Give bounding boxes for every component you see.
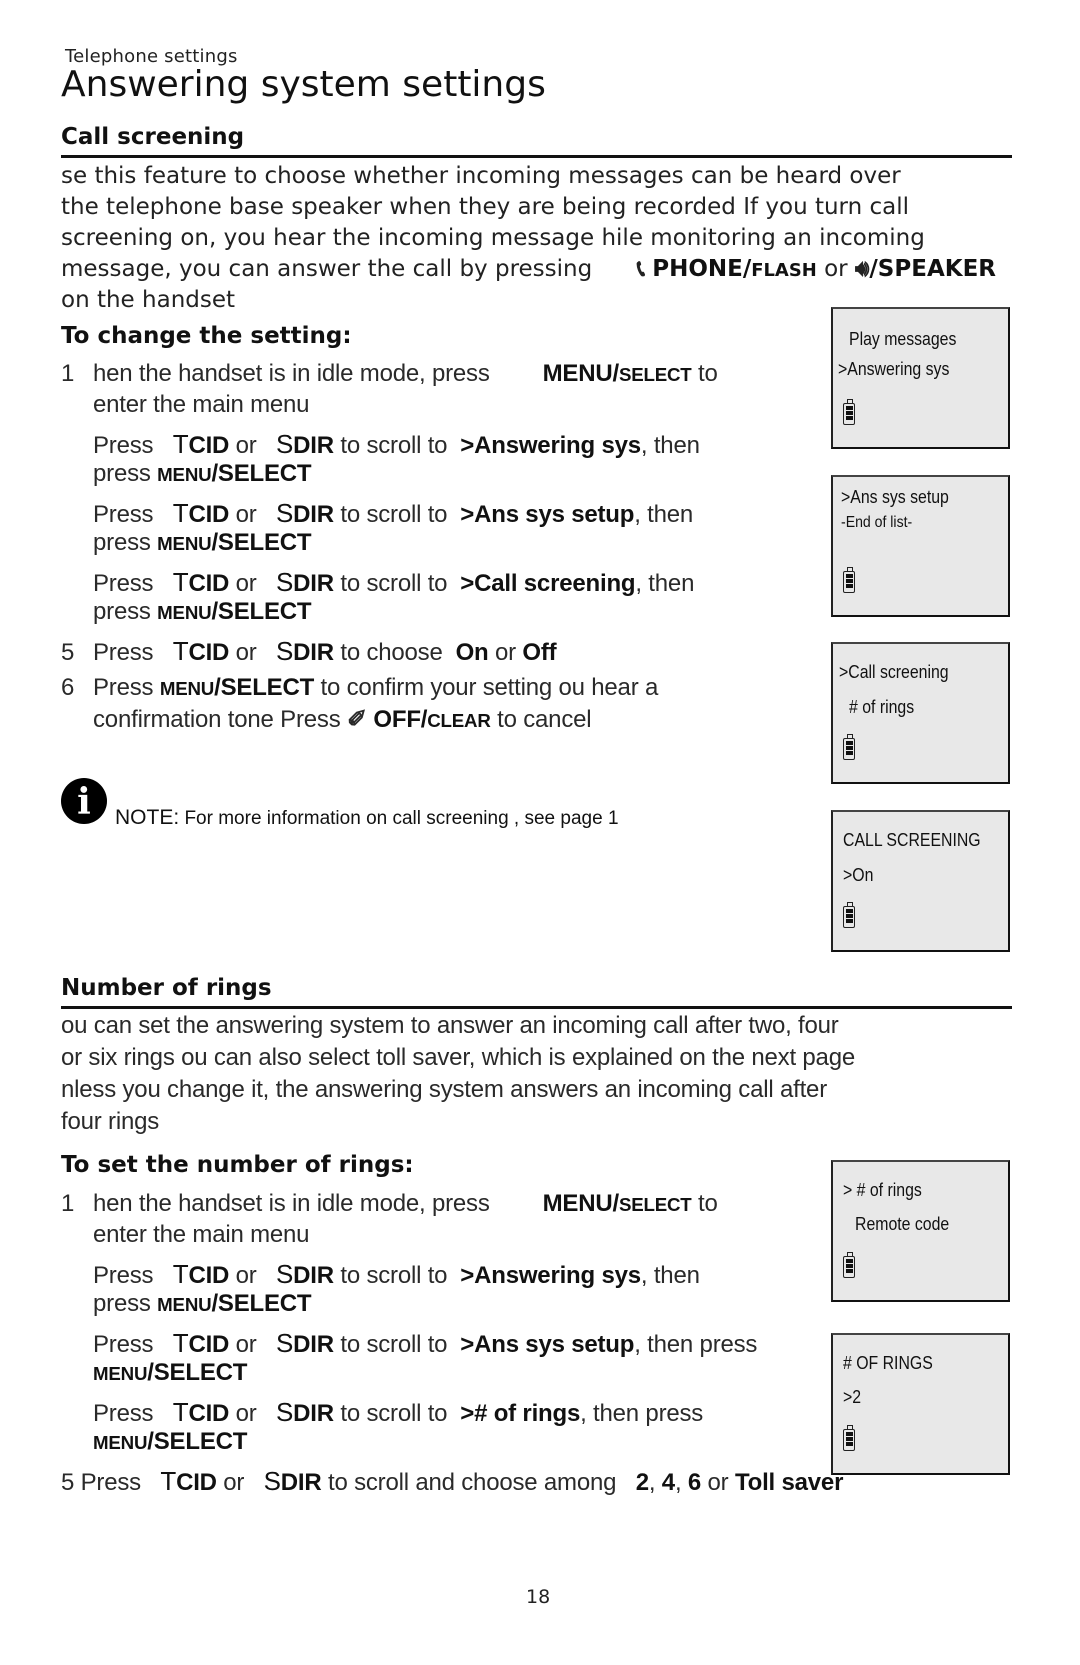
battery-icon xyxy=(843,902,855,928)
lcd-screen: >Ans sys setup -End of list- xyxy=(831,475,1010,617)
set-rings-subheading: To set the number of rings: xyxy=(61,1152,414,1178)
intro-line: ou can set the answering system to answe… xyxy=(61,1012,839,1039)
number-of-rings-heading: Number of rings xyxy=(61,975,272,1001)
intro-line: se this feature to choose whether incomi… xyxy=(61,163,901,189)
step-6: 6 Press MENU/SELECT to confirm your setti… xyxy=(61,674,659,701)
step-4-cont: MENU/SELECT xyxy=(93,1428,248,1455)
intro-line: or six rings ou can also select toll sav… xyxy=(61,1044,855,1071)
intro-line: four rings xyxy=(61,1108,160,1135)
lcd-screen: Play messages >Answering sys xyxy=(831,307,1010,449)
step-2: Press TCID or SDIR to scroll to >Answeri… xyxy=(93,1259,700,1289)
page-title: Answering system settings xyxy=(61,64,546,105)
lcd-screen: # OF RINGS >2 xyxy=(831,1333,1010,1475)
battery-icon xyxy=(843,1252,855,1278)
step-1: 1 hen the handset is in idle mode, press … xyxy=(61,1190,718,1217)
step-1-cont: enter the main menu xyxy=(93,1221,310,1248)
intro-line: the telephone base speaker when they are… xyxy=(61,194,910,220)
call-screening-heading: Call screening xyxy=(61,124,245,150)
intro-line-text: message, you can answer the call by pres… xyxy=(61,256,593,282)
heading-rule xyxy=(61,155,1012,158)
step-4-cont: press MENU/SELECT xyxy=(93,598,312,625)
intro-line: nless you change it, the answering syste… xyxy=(61,1076,827,1103)
intro-line: on the handset xyxy=(61,287,236,313)
intro-line: screening on, you hear the incoming mess… xyxy=(61,225,925,251)
lcd-screen: > # of rings Remote code xyxy=(831,1160,1010,1302)
phone-flash-key: PHONE/FLASH xyxy=(652,256,817,282)
battery-icon xyxy=(843,399,855,425)
lcd-screen: CALL SCREENING >On xyxy=(831,810,1010,952)
step-2-cont: press MENU/SELECT xyxy=(93,1290,312,1317)
lcd-screen: >Call screening # of rings xyxy=(831,642,1010,784)
step-3-cont: press MENU/SELECT xyxy=(93,529,312,556)
battery-icon xyxy=(843,1425,855,1451)
step-1: 1 hen the handset is in idle mode, press … xyxy=(61,360,718,387)
page-number: 18 xyxy=(526,1586,551,1608)
step-5: 5 Press TCID or SDIR to choose On or Off xyxy=(61,636,557,666)
step-1-cont: enter the main menu xyxy=(93,391,310,418)
step-3: Press TCID or SDIR to scroll to >Ans sys… xyxy=(93,498,694,528)
step-5: 5 Press TCID or SDIR to scroll and choos… xyxy=(61,1466,844,1496)
step-3: Press TCID or SDIR to scroll to >Ans sys… xyxy=(93,1328,758,1358)
note-text: NOTE: For more information on call scree… xyxy=(115,806,619,829)
off-handset-icon: ✐ xyxy=(347,706,367,733)
step-6-cont: confirmation tone Press ✐ OFF/CLEAR to c… xyxy=(93,706,592,733)
change-setting-subheading: To change the setting: xyxy=(61,323,352,349)
info-icon: i xyxy=(61,778,107,824)
speaker-icon: 🔊︎ xyxy=(854,256,870,282)
or-text: or xyxy=(824,256,848,282)
battery-icon xyxy=(843,567,855,593)
step-4: Press TCID or SDIR to scroll to >Call sc… xyxy=(93,567,695,597)
step-4: Press TCID or SDIR to scroll to ># of ri… xyxy=(93,1397,704,1427)
step-2-cont: press MENU/SELECT xyxy=(93,460,312,487)
step-2: Press TCID or SDIR to scroll to >Answeri… xyxy=(93,429,700,459)
step-3-cont: MENU/SELECT xyxy=(93,1359,248,1386)
note: i NOTE: For more information on call scr… xyxy=(61,778,619,829)
battery-icon xyxy=(843,734,855,760)
speaker-key: /SPEAKER xyxy=(869,256,996,282)
heading-rule xyxy=(61,1006,1012,1009)
phone-icon: 📞︎ xyxy=(636,256,645,282)
intro-line: message, you can answer the call by pres… xyxy=(61,253,996,287)
